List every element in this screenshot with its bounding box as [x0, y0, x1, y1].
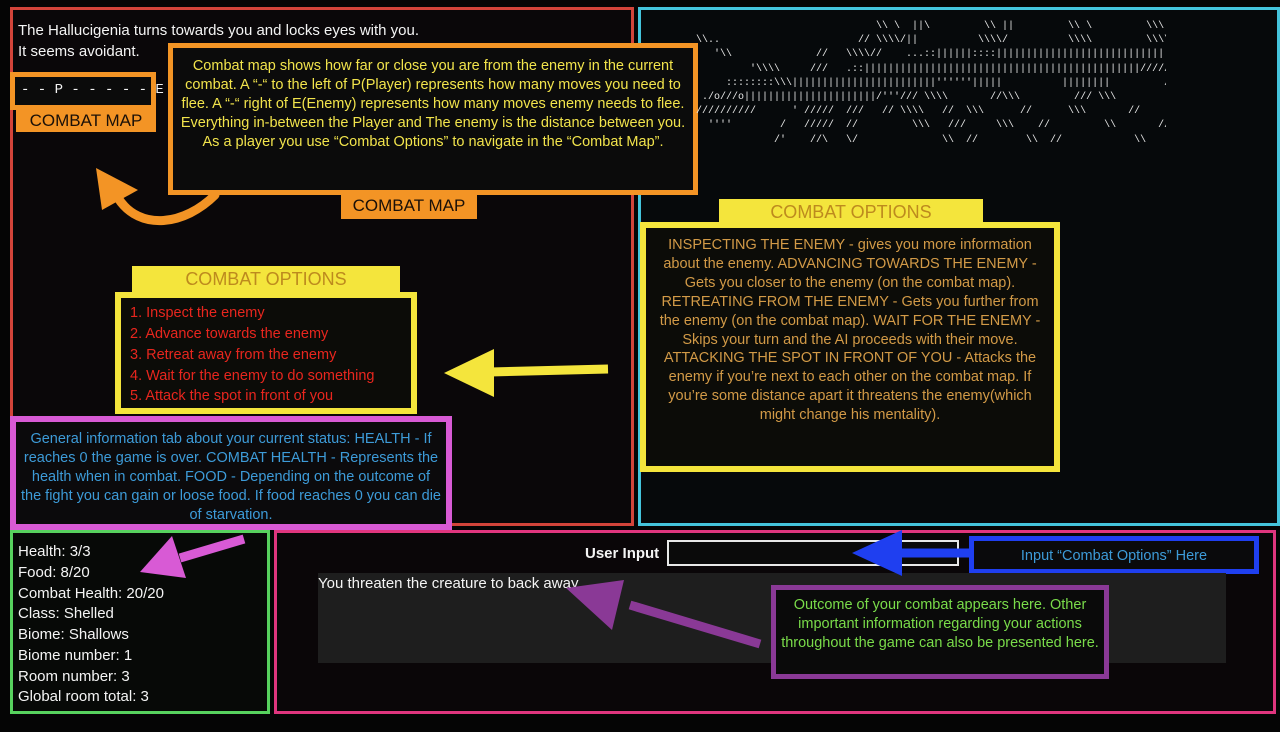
combat-map-text: - - P - - - - - E -: [21, 82, 181, 98]
stat-global-room-total: Global room total: 3: [18, 688, 149, 705]
combat-map-explanation: Combat map shows how far or close you ar…: [180, 58, 686, 150]
combat-map-display: - - P - - - - - E -: [10, 72, 181, 110]
input-hint-text: Input “Combat Options” Here: [1020, 548, 1208, 564]
stat-food: Food: 8/20: [18, 564, 90, 581]
combat-option-inspect: 1. Inspect the enemy: [130, 305, 265, 321]
combat-map-annotation-label: COMBAT MAP: [341, 195, 477, 219]
combat-options-label: COMBAT OPTIONS: [132, 266, 400, 294]
creature-ascii-art: \\ \ ||\ \\ || \\ \ \\\ // ///. // \\.. …: [696, 21, 1166, 146]
combat-options-list: 1. Inspect the enemy 2. Advance towards …: [115, 292, 417, 414]
status-info-annotation: General information tab about your curre…: [10, 416, 452, 530]
combat-option-wait: 4. Wait for the enemy to do something: [130, 368, 375, 384]
story-line: It seems avoidant.: [18, 43, 140, 60]
outcome-info-explanation: Outcome of your combat appears here. Oth…: [781, 597, 1099, 651]
story-line: The Hallucigenia turns towards you and l…: [18, 22, 420, 39]
output-text: You threaten the creature to back away: [318, 575, 579, 592]
combat-map-label: COMBAT MAP: [16, 110, 156, 132]
stat-combat-health: Combat Health: 20/20: [18, 585, 164, 602]
user-input-field[interactable]: [667, 540, 959, 566]
combat-map-annotation: Combat map shows how far or close you ar…: [168, 43, 698, 195]
stat-room-number: Room number: 3: [18, 668, 130, 685]
stat-health: Health: 3/3: [18, 543, 91, 560]
combat-options-explanation: INSPECTING THE ENEMY - gives you more in…: [659, 237, 1041, 424]
input-hint-annotation: Input “Combat Options” Here: [969, 536, 1259, 574]
stat-class: Class: Shelled: [18, 605, 114, 622]
outcome-info-annotation: Outcome of your combat appears here. Oth…: [771, 585, 1109, 679]
status-info-explanation: General information tab about your curre…: [21, 431, 441, 523]
combat-option-advance: 2. Advance towards the enemy: [130, 326, 329, 342]
combat-option-attack: 5. Attack the spot in front of you: [130, 388, 334, 404]
stat-biome: Biome: Shallows: [18, 626, 129, 643]
combat-option-retreat: 3. Retreat away from the enemy: [130, 347, 337, 363]
combat-options-annotation: INSPECTING THE ENEMY - gives you more in…: [640, 222, 1060, 472]
user-input-label: User Input: [585, 545, 660, 562]
stat-biome-number: Biome number: 1: [18, 647, 133, 664]
